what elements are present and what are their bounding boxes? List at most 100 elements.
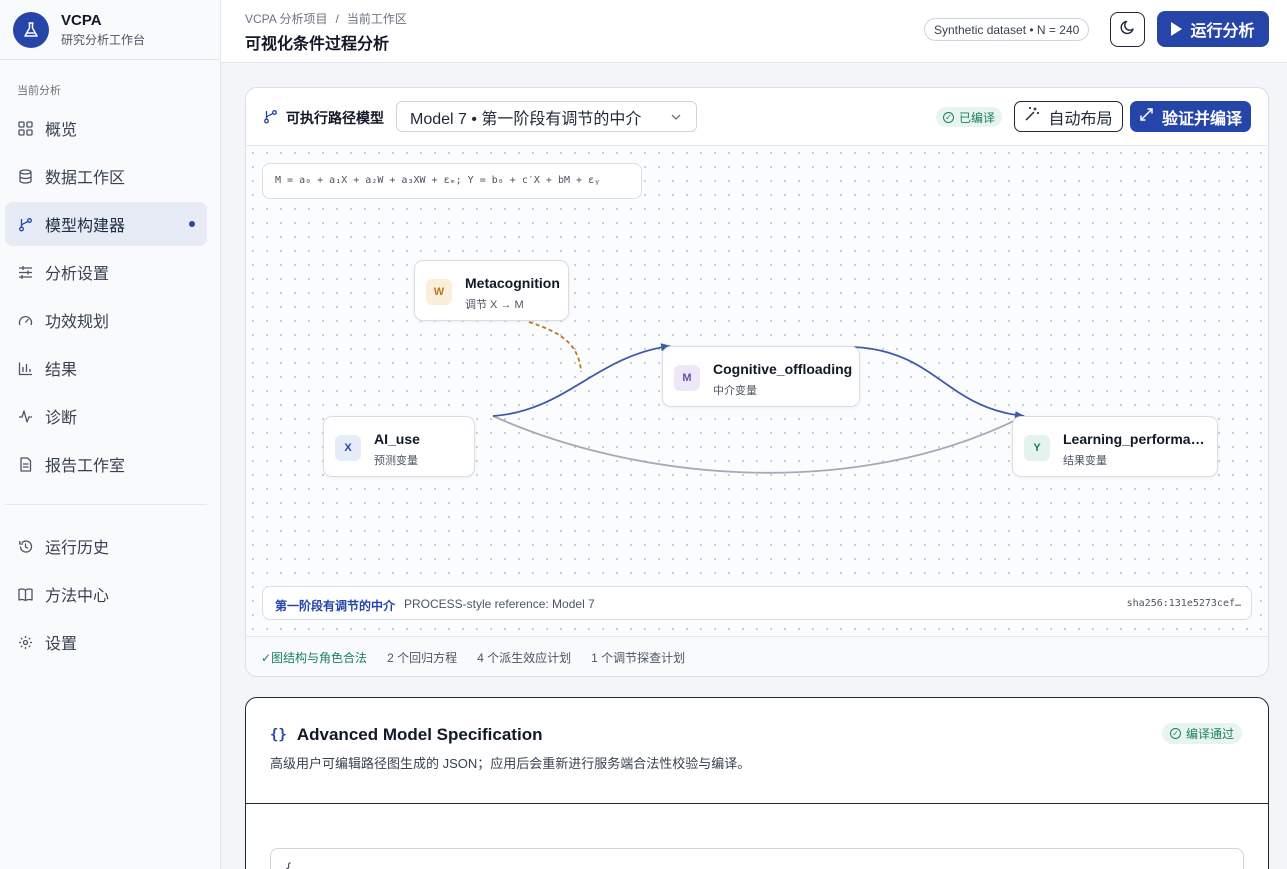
edge-x-to-m <box>492 343 671 417</box>
sidebar-item-run-history[interactable]: 运行历史 <box>5 524 207 568</box>
sidebar-item-results[interactable]: 结果 <box>5 346 207 390</box>
gauge-icon <box>17 312 33 328</box>
reference-title: 第一阶段有调节的中介 <box>275 599 396 613</box>
sidebar-item-label: 方法中心 <box>45 588 110 605</box>
nav-section-label: 当前分析 <box>17 85 61 97</box>
json-editor-content: { <box>285 861 293 869</box>
model-summary-footer: ✓图结构与角色合法 2 个回归方程 4 个派生效应计划 1 个调节探查计划 <box>246 636 1268 676</box>
model-select-value: Model 7 • 第一阶段有调节的中介 <box>410 110 642 128</box>
node-role-tag: X <box>335 435 361 461</box>
compiled-status-badge: ✓ 已编译 <box>936 107 1003 127</box>
history-icon <box>17 538 33 554</box>
sidebar-divider <box>5 504 207 505</box>
sidebar-item-label: 设置 <box>45 636 78 653</box>
auto-layout-button[interactable]: 自动布局 <box>1014 101 1123 132</box>
sidebar-item-label: 结果 <box>45 362 78 379</box>
node-moderator-w[interactable]: W Metacognition 调节 X → M <box>414 260 569 321</box>
document-icon <box>17 456 33 472</box>
moon-icon <box>1120 19 1136 40</box>
node-role-label: 调节 X → M <box>465 299 524 311</box>
sidebar-item-data-workspace[interactable]: 数据工作区 <box>5 154 207 198</box>
bar-chart-icon <box>17 360 33 376</box>
reference-hash: sha256:131e5273cef… <box>1126 598 1241 609</box>
path-model-card-title: 可执行路径模型 <box>263 108 384 128</box>
path-model-card: 可执行路径模型 Model 7 • 第一阶段有调节的中介 ✓ 已编译 自动布局 … <box>245 87 1269 677</box>
top-header: VCPA 分析项目 / 当前工作区 可视化条件过程分析 Synthetic data… <box>221 0 1287 63</box>
gear-icon <box>17 634 33 650</box>
node-role-label: 中介变量 <box>713 385 757 397</box>
breadcrumb-item-project[interactable]: VCPA 分析项目 <box>245 12 327 26</box>
sidebar-item-diagnostics[interactable]: 诊断 <box>5 394 207 438</box>
sidebar-item-label: 分析设置 <box>45 266 110 283</box>
card-title-text: 可执行路径模型 <box>286 110 384 126</box>
theme-toggle-button[interactable] <box>1110 12 1145 47</box>
regression-count: 2 个回归方程 <box>387 651 458 665</box>
validate-compile-button[interactable]: 验证并编译 <box>1130 101 1251 132</box>
book-icon <box>17 586 33 602</box>
json-spec-editor[interactable]: { <box>270 848 1244 869</box>
breadcrumb: VCPA 分析项目 / 当前工作区 <box>245 10 407 27</box>
auto-layout-label: 自动布局 <box>1048 110 1113 128</box>
magic-wand-icon <box>1024 106 1048 127</box>
advanced-spec-title: {} Advanced Model Specification <box>270 725 542 745</box>
node-name: Learning_performa… <box>1063 431 1205 447</box>
node-mediator-m[interactable]: M Cognitive_offloading 中介变量 <box>662 346 860 407</box>
node-role-tag: M <box>674 365 700 391</box>
sidebar: VCPA 研究分析工作台 当前分析 概览 数据工作区 模型构建器 分析设置 功效… <box>0 0 221 869</box>
edge-w-moderates-xm <box>528 321 582 373</box>
node-name: AI_use <box>374 431 420 447</box>
sidebar-item-settings[interactable]: 设置 <box>5 620 207 664</box>
expand-arrows-icon <box>1139 107 1162 127</box>
branch-icon <box>17 216 33 232</box>
node-name: Cognitive_offloading <box>713 361 853 377</box>
grid-icon <box>17 120 33 136</box>
brand-subtitle: 研究分析工作台 <box>61 32 146 47</box>
sliders-icon <box>17 264 33 280</box>
path-model-card-header: 可执行路径模型 Model 7 • 第一阶段有调节的中介 ✓ 已编译 自动布局 … <box>246 88 1268 146</box>
advanced-spec-title-text: Advanced Model Specification <box>296 725 543 744</box>
sidebar-item-label: 诊断 <box>45 410 78 427</box>
breadcrumb-item-workspace: 当前工作区 <box>346 12 407 26</box>
check-circle-icon: ✓ <box>1170 728 1181 739</box>
edge-m-to-y <box>853 346 1025 420</box>
sidebar-item-label: 报告工作室 <box>45 458 126 475</box>
sidebar-item-label: 概览 <box>45 122 78 139</box>
breadcrumb-separator: / <box>335 12 339 26</box>
probing-plan-count: 1 个调节探查计划 <box>591 651 686 665</box>
run-analysis-button[interactable]: 运行分析 <box>1157 11 1269 47</box>
sidebar-item-power-planning[interactable]: 功效规划 <box>5 298 207 342</box>
advanced-spec-description: 高级用户可编辑路径图生成的 JSON；应用后会重新进行服务端合法性校验与编译。 <box>270 756 751 771</box>
node-role-label: 预测变量 <box>374 455 418 467</box>
sidebar-item-analysis-settings[interactable]: 分析设置 <box>5 250 207 294</box>
play-icon <box>1171 22 1183 36</box>
check-circle-icon: ✓ <box>943 111 954 123</box>
sidebar-item-overview[interactable]: 概览 <box>5 106 207 150</box>
sidebar-item-label: 数据工作区 <box>45 170 126 187</box>
node-role-tag: W <box>426 279 452 305</box>
pulse-icon <box>17 408 33 424</box>
node-predictor-x[interactable]: X AI_use 预测变量 <box>323 416 475 477</box>
sidebar-item-report-studio[interactable]: 报告工作室 <box>5 442 207 486</box>
node-role-tag: Y <box>1024 435 1050 461</box>
run-analysis-label: 运行分析 <box>1190 23 1255 40</box>
path-diagram-canvas[interactable]: M = a₀ + a₁X + a₂W + a₃XW + εₘ; Y = b₀ +… <box>246 146 1268 636</box>
page-title: 可视化条件过程分析 <box>245 36 390 53</box>
validate-compile-label: 验证并编译 <box>1161 110 1242 128</box>
sidebar-item-label: 功效规划 <box>45 314 110 331</box>
braces-icon: {} <box>270 727 287 743</box>
sidebar-item-model-builder[interactable]: 模型构建器 <box>5 202 207 246</box>
active-indicator <box>189 221 195 227</box>
brand-title: VCPA <box>61 11 102 29</box>
model-select[interactable]: Model 7 • 第一阶段有调节的中介 <box>396 101 697 132</box>
dataset-badge: Synthetic dataset • N = 240 <box>924 18 1090 41</box>
sidebar-item-label: 运行历史 <box>45 540 110 557</box>
derived-effects-count: 4 个派生效应计划 <box>477 651 572 665</box>
sidebar-item-methods-center[interactable]: 方法中心 <box>5 572 207 616</box>
node-outcome-y[interactable]: Y Learning_performa… 结果变量 <box>1012 416 1218 477</box>
node-role-label: 结果变量 <box>1063 455 1107 467</box>
brand: VCPA 研究分析工作台 <box>0 0 220 60</box>
branch-icon <box>263 109 286 127</box>
compile-pass-badge: ✓ 编译通过 <box>1162 723 1243 744</box>
compile-pass-label: 编译通过 <box>1186 727 1235 741</box>
graph-valid-status: ✓图结构与角色合法 <box>261 651 368 665</box>
